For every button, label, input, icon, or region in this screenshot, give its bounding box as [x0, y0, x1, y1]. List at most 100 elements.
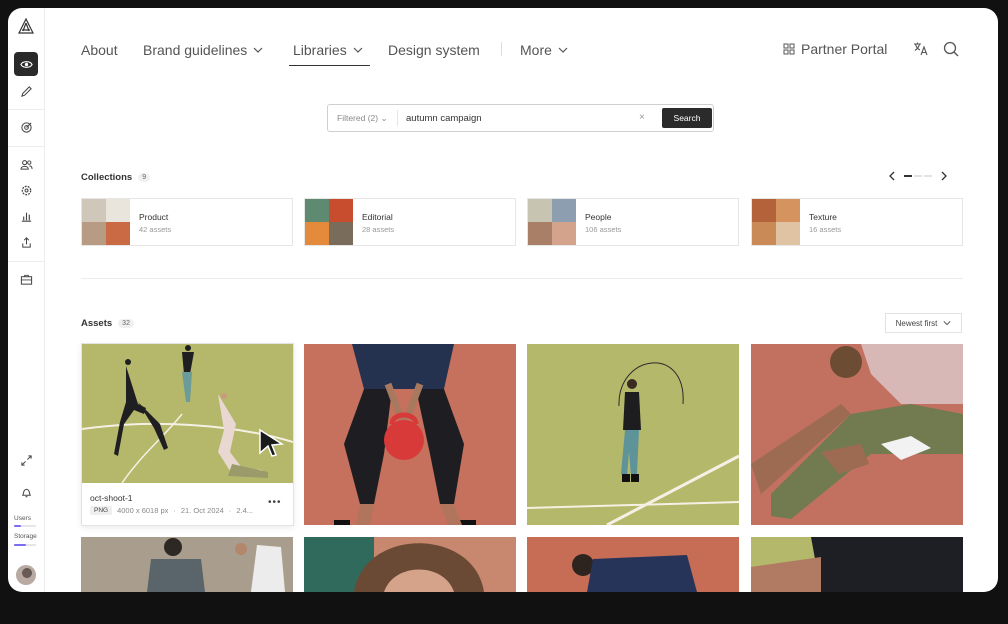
assets-title: Assets — [81, 318, 113, 329]
meta-separator: · — [228, 506, 232, 515]
nav-brand-guidelines[interactable]: Brand guidelines — [143, 40, 263, 60]
collection-thumbnail — [752, 199, 800, 245]
asset-tile[interactable] — [304, 344, 516, 525]
collection-thumbnail — [528, 199, 576, 245]
sidebar-item-analytics[interactable] — [14, 204, 38, 228]
pager-dot — [924, 175, 932, 177]
search-divider — [397, 110, 398, 126]
asset-tile[interactable] — [81, 537, 293, 592]
bell-icon — [21, 488, 31, 497]
sidebar-item-share[interactable] — [14, 230, 38, 254]
asset-tile[interactable] — [751, 537, 963, 592]
asset-meta: PNG 4000 x 6018 px · 21. Oct 2024 · 2.4.… — [90, 506, 253, 515]
sort-dropdown[interactable]: Newest first — [885, 313, 962, 333]
asset-tile[interactable] — [527, 344, 739, 525]
sidebar-divider — [8, 146, 44, 147]
pager-dot-active — [904, 175, 912, 177]
section-divider — [81, 278, 963, 279]
sidebar-divider — [8, 109, 44, 110]
expand-button[interactable] — [14, 448, 38, 472]
nav-design-system[interactable]: Design system — [388, 40, 480, 60]
partner-portal-link[interactable]: Partner Portal — [783, 41, 887, 57]
sidebar-item-goals[interactable] — [14, 115, 38, 139]
sort-label: Newest first — [895, 318, 938, 328]
assets-header: Assets 32 — [81, 318, 134, 329]
clear-icon[interactable]: × — [639, 112, 645, 123]
expand-icon — [20, 454, 32, 466]
translate-icon[interactable] — [913, 41, 929, 57]
collection-card-product[interactable]: Product 42 assets — [81, 198, 293, 246]
asset-extra: 2.4... — [236, 506, 254, 515]
chevron-down-icon — [253, 47, 263, 53]
sidebar-item-view[interactable] — [14, 52, 38, 76]
search-button[interactable]: Search — [662, 108, 712, 128]
nav-more-label: More — [520, 42, 552, 58]
meta-separator: · — [173, 506, 176, 515]
collection-card-texture[interactable]: Texture 16 assets — [751, 198, 963, 246]
chevron-down-icon — [943, 321, 951, 326]
active-nav-underline — [289, 65, 370, 66]
filter-dropdown[interactable]: Filtered (2) ⌄ — [337, 113, 388, 124]
assets-count: 32 — [118, 319, 134, 328]
storage-meter — [14, 544, 36, 546]
settings-icon — [21, 185, 31, 195]
pager-dot — [914, 175, 922, 177]
partner-portal-label: Partner Portal — [801, 41, 888, 57]
collection-thumbnail — [305, 199, 353, 245]
search-icon[interactable] — [943, 41, 959, 57]
asset-tile[interactable] — [527, 537, 739, 592]
pager-dots — [904, 175, 932, 177]
nav-about-label: About — [81, 42, 118, 58]
app-window: Users Storage About Brand guidelines Lib… — [8, 8, 998, 592]
collections-header: Collections 9 — [81, 172, 151, 183]
asset-date: 21. Oct 2024 — [180, 506, 224, 515]
share-icon — [21, 236, 31, 248]
collections-pager — [888, 171, 948, 181]
storage-meter-fill — [14, 544, 27, 546]
asset-name: oct-shoot-1 — [90, 493, 133, 503]
users-meter — [14, 525, 36, 527]
mouse-cursor-icon — [259, 428, 284, 457]
chart-icon — [21, 212, 31, 222]
triangle-logo[interactable] — [17, 18, 35, 36]
nav-libraries-label: Libraries — [293, 42, 347, 58]
sidebar-item-portfolio[interactable] — [14, 267, 38, 291]
users-icon — [19, 159, 33, 170]
more-options-icon[interactable]: ••• — [268, 497, 282, 508]
asset-thumbnail — [82, 344, 293, 483]
nav-about[interactable]: About — [81, 40, 118, 60]
collection-count: 106 assets — [585, 225, 622, 234]
collection-count: 28 assets — [362, 225, 395, 234]
collection-thumbnail — [82, 199, 130, 245]
grid-icon — [783, 43, 795, 55]
asset-tile[interactable] — [751, 344, 963, 525]
chevron-left-icon[interactable] — [888, 171, 896, 181]
collection-name: People — [585, 212, 612, 222]
sidebar-item-settings[interactable] — [14, 178, 38, 202]
avatar[interactable] — [16, 565, 36, 585]
collection-count: 16 assets — [809, 225, 842, 234]
collection-name: Editorial — [362, 212, 393, 222]
nav-libraries[interactable]: Libraries — [293, 40, 363, 60]
target-icon — [20, 121, 32, 133]
eye-icon — [19, 60, 33, 68]
notifications-button[interactable] — [14, 480, 38, 504]
nav-more[interactable]: More — [520, 40, 568, 60]
storage-meter-label: Storage — [14, 533, 37, 540]
collection-card-people[interactable]: People 106 assets — [527, 198, 739, 246]
asset-dimensions: 4000 x 6018 px — [117, 506, 169, 515]
collection-name: Product — [139, 212, 169, 222]
collections-count: 9 — [138, 173, 151, 182]
sidebar: Users Storage — [8, 8, 45, 592]
nav-divider — [501, 42, 502, 56]
collection-name: Texture — [809, 212, 837, 222]
search-input[interactable] — [406, 109, 626, 127]
collection-card-editorial[interactable]: Editorial 28 assets — [304, 198, 516, 246]
chevron-down-icon — [353, 47, 363, 53]
nav-brand-label: Brand guidelines — [143, 42, 248, 58]
sidebar-item-edit[interactable] — [14, 79, 38, 103]
chevron-right-icon[interactable] — [940, 171, 948, 181]
asset-tile[interactable] — [304, 537, 516, 592]
sidebar-item-users[interactable] — [14, 152, 38, 176]
users-meter-fill — [14, 525, 21, 527]
